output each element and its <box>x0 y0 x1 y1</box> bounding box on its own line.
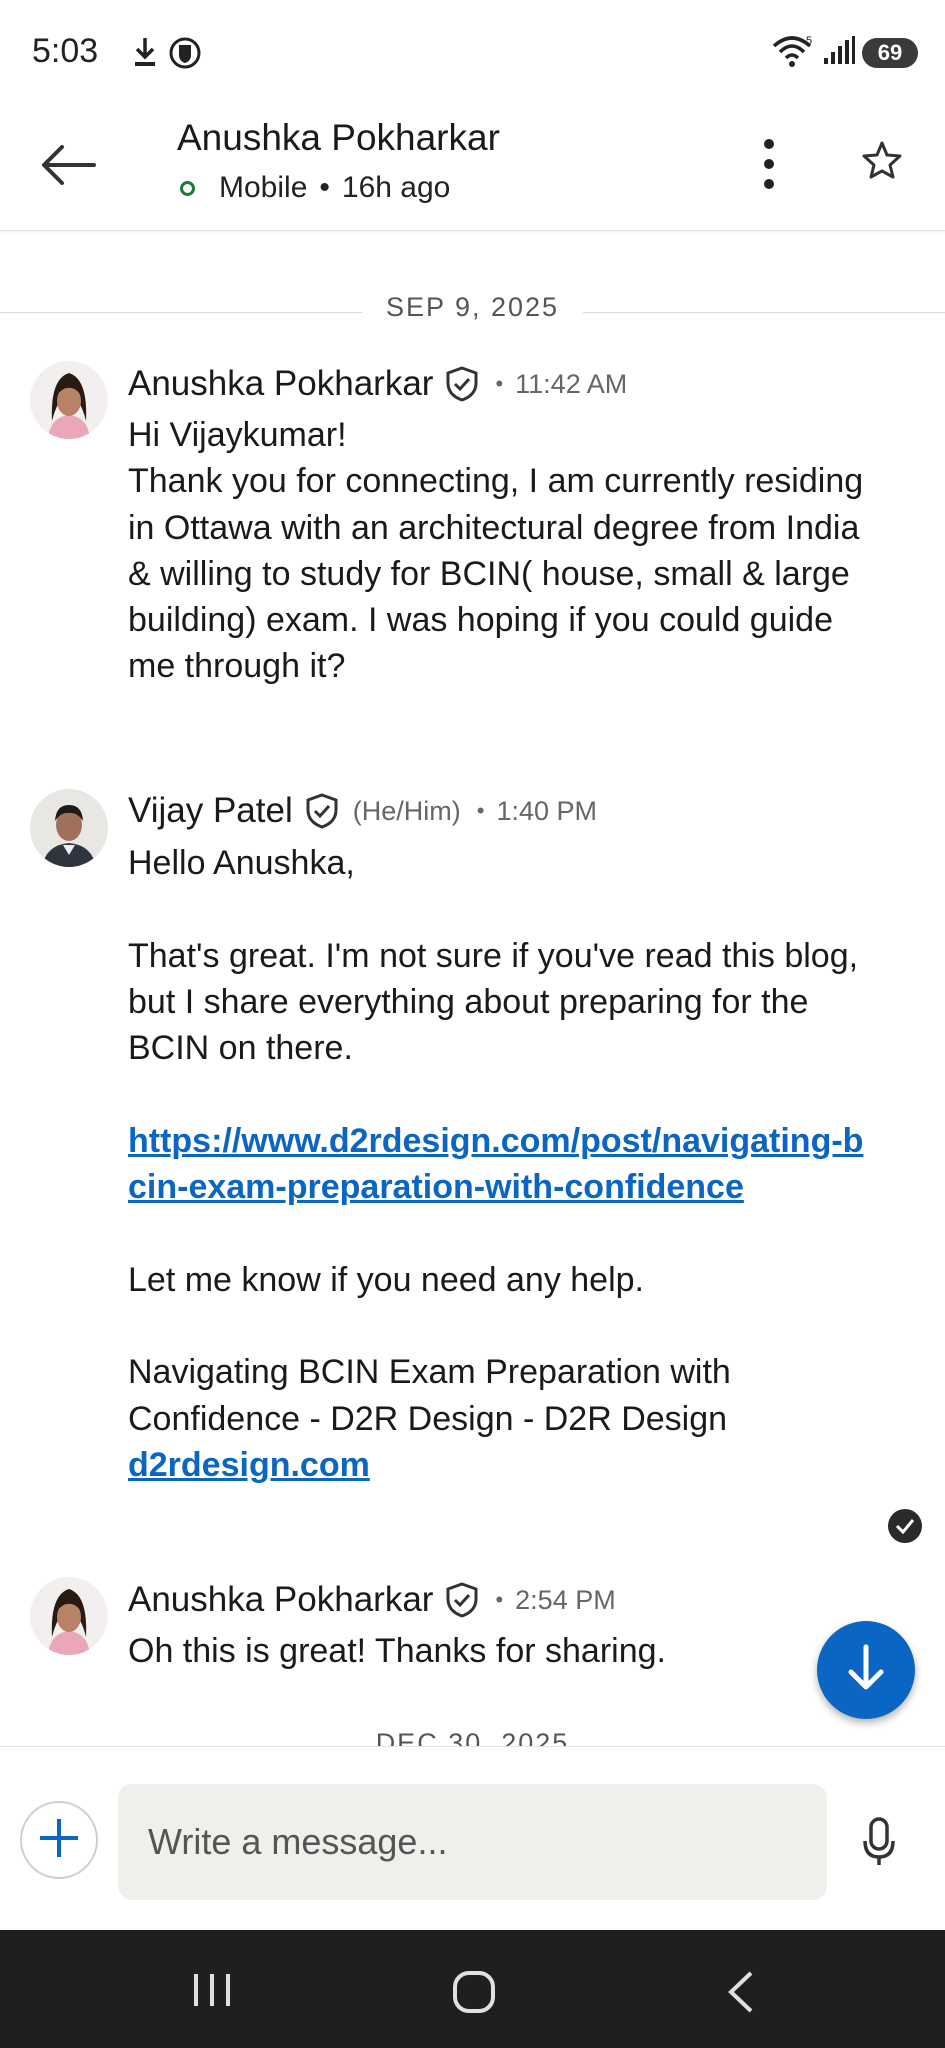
verified-icon <box>445 366 479 402</box>
home-button[interactable] <box>452 1970 496 2019</box>
more-vertical-icon <box>764 139 774 149</box>
message-text: Hello Anushka, That's great. I'm not sur… <box>128 840 868 1488</box>
message-header: Anushka Pokharkar • 11:42 AM <box>128 364 628 404</box>
blog-link[interactable]: https://www.d2rdesign.com/post/navigatin… <box>128 1122 863 1206</box>
conversation-header: Anushka Pokharkar Mobile • 16h ago <box>0 105 945 231</box>
avatar[interactable] <box>30 1577 108 1655</box>
message-composer <box>0 1746 945 1930</box>
presence-status: Mobile • 16h ago <box>177 171 450 205</box>
avatar[interactable] <box>30 789 108 867</box>
more-options-button[interactable] <box>752 129 786 199</box>
plus-icon <box>37 1816 81 1865</box>
sender-name[interactable]: Anushka Pokharkar <box>128 364 433 404</box>
download-icon <box>132 36 158 73</box>
microphone-icon <box>862 1817 896 1871</box>
date-separator: DEC 30, 2025 <box>0 1728 945 1746</box>
system-navigation-bar <box>0 1930 945 2048</box>
star-icon <box>862 141 902 183</box>
wifi-icon: 5 <box>772 34 816 73</box>
link-preview-title: Navigating BCIN Exam Preparation with Co… <box>128 1353 731 1438</box>
message-input[interactable] <box>118 1784 827 1900</box>
sender-name[interactable]: Vijay Patel <box>128 791 293 831</box>
link-preview[interactable]: Navigating BCIN Exam Preparation with Co… <box>128 1349 868 1488</box>
link-preview-domain[interactable]: d2rdesign.com <box>128 1446 370 1484</box>
add-attachment-button[interactable] <box>20 1801 98 1879</box>
message-time: 11:42 AM <box>515 368 628 399</box>
back-button[interactable] <box>28 135 108 199</box>
voice-message-button[interactable] <box>862 1817 896 1872</box>
back-arrow-icon <box>40 144 96 190</box>
shield-icon <box>168 36 202 75</box>
recents-icon <box>190 1974 234 2014</box>
signal-icon <box>822 36 856 71</box>
last-seen: 16h ago <box>341 171 451 204</box>
status-bar: 5:03 5 69 <box>0 0 945 105</box>
home-icon <box>452 1971 496 2018</box>
system-back-button[interactable] <box>725 1970 755 2019</box>
pronouns: (He/Him) <box>352 795 461 826</box>
battery-icon: 69 <box>862 38 918 68</box>
sender-name[interactable]: Anushka Pokharkar <box>128 1580 433 1620</box>
greeting: Hello Anushka, <box>128 844 355 882</box>
presence-device: Mobile <box>219 171 308 204</box>
presence-separator: • <box>319 171 330 204</box>
contact-name[interactable]: Anushka Pokharkar <box>177 117 500 159</box>
avatar[interactable] <box>30 361 108 439</box>
message-header: Anushka Pokharkar • 2:54 PM <box>128 1580 616 1620</box>
status-time: 5:03 <box>32 32 99 70</box>
message-header: Vijay Patel (He/Him) • 1:40 PM <box>128 791 597 831</box>
date-separator: SEP 9, 2025 <box>0 292 945 332</box>
arrow-down-icon <box>846 1644 886 1697</box>
message-time: 1:40 PM <box>496 795 597 826</box>
recents-button[interactable] <box>190 1970 234 2015</box>
star-button[interactable] <box>862 141 902 184</box>
presence-dot-icon <box>180 180 195 196</box>
back-chevron-icon <box>725 1971 755 2018</box>
verified-icon <box>305 793 339 829</box>
message-text: Oh this is great! Thanks for sharing. <box>128 1632 666 1670</box>
read-receipt-icon <box>888 1509 922 1543</box>
message-time: 2:54 PM <box>515 1584 616 1615</box>
date-label: DEC 30, 2025 <box>351 1728 594 1746</box>
scroll-to-bottom-button[interactable] <box>817 1621 915 1719</box>
date-label: SEP 9, 2025 <box>361 292 584 322</box>
verified-icon <box>445 1582 479 1618</box>
svg-text:5: 5 <box>806 35 812 47</box>
message-text: Hi Vijaykumar! Thank you for connecting,… <box>128 416 864 686</box>
